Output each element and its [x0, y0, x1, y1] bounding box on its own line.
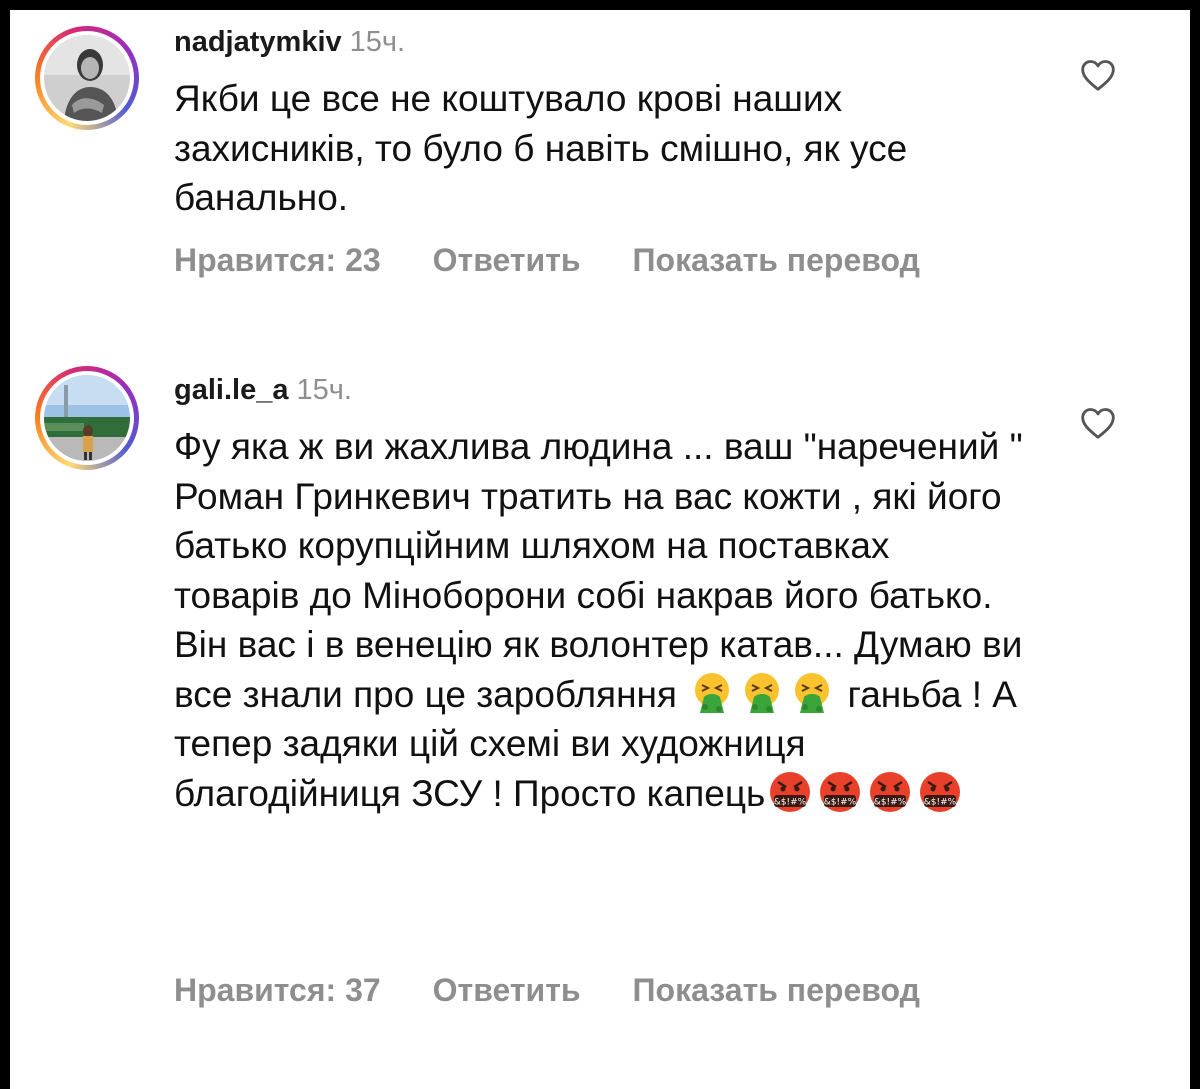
svg-text:&$!#%: &$!#%: [874, 797, 907, 807]
username[interactable]: nadjatymkiv 15ч.: [174, 26, 405, 59]
avatar-photo: [44, 35, 130, 121]
vomiting-face-icon: [795, 672, 830, 713]
face-with-symbols-on-mouth-icon: &$!#%: [770, 771, 811, 812]
avatar[interactable]: [35, 366, 139, 470]
comments-panel: nadjatymkiv 15ч. Якби це все не коштувало…: [10, 10, 1190, 1089]
avatar[interactable]: [35, 26, 139, 130]
likes-count[interactable]: Нравится: 37: [174, 972, 381, 1008]
username-text[interactable]: gali.le_a: [174, 374, 288, 406]
heart-outline-icon[interactable]: [1080, 58, 1116, 92]
username[interactable]: gali.le_a 15ч.: [174, 374, 352, 407]
comment-actions: Нравится: 37 Ответить Показать перевод: [174, 972, 972, 1009]
svg-text:&$!#%: &$!#%: [824, 797, 857, 807]
face-with-symbols-on-mouth-icon: &$!#%: [870, 771, 911, 812]
svg-text:&$!#%: &$!#%: [774, 797, 807, 807]
comment-text-part: Фу яка ж ви жахлива людина ... ваш "наре…: [174, 426, 1023, 715]
username-text[interactable]: nadjatymkiv: [174, 26, 342, 58]
comment-time: 15ч.: [296, 374, 352, 406]
face-with-symbols-on-mouth-icon: &$!#%: [820, 771, 861, 812]
heart-outline-icon[interactable]: [1080, 406, 1116, 440]
vomiting-face-icon: [695, 672, 730, 713]
reply-button[interactable]: Ответить: [433, 972, 581, 1008]
comment-text: Якби це все не коштувало крові наших зах…: [174, 78, 908, 218]
comment-text: Фу яка ж ви жахлива людина ... ваш "наре…: [174, 422, 1024, 818]
show-translation-button[interactable]: Показать перевод: [633, 972, 920, 1008]
avatar-photo: [44, 375, 130, 461]
face-with-symbols-on-mouth-icon: &$!#%: [920, 771, 961, 812]
show-translation-button[interactable]: Показать перевод: [633, 242, 920, 278]
comment-actions: Нравится: 23 Ответить Показать перевод: [174, 242, 972, 279]
svg-text:&$!#%: &$!#%: [924, 797, 957, 807]
likes-count[interactable]: Нравится: 23: [174, 242, 381, 278]
comment-time: 15ч.: [349, 26, 406, 58]
reply-button[interactable]: Ответить: [433, 242, 581, 278]
vomiting-face-icon: [745, 672, 780, 713]
